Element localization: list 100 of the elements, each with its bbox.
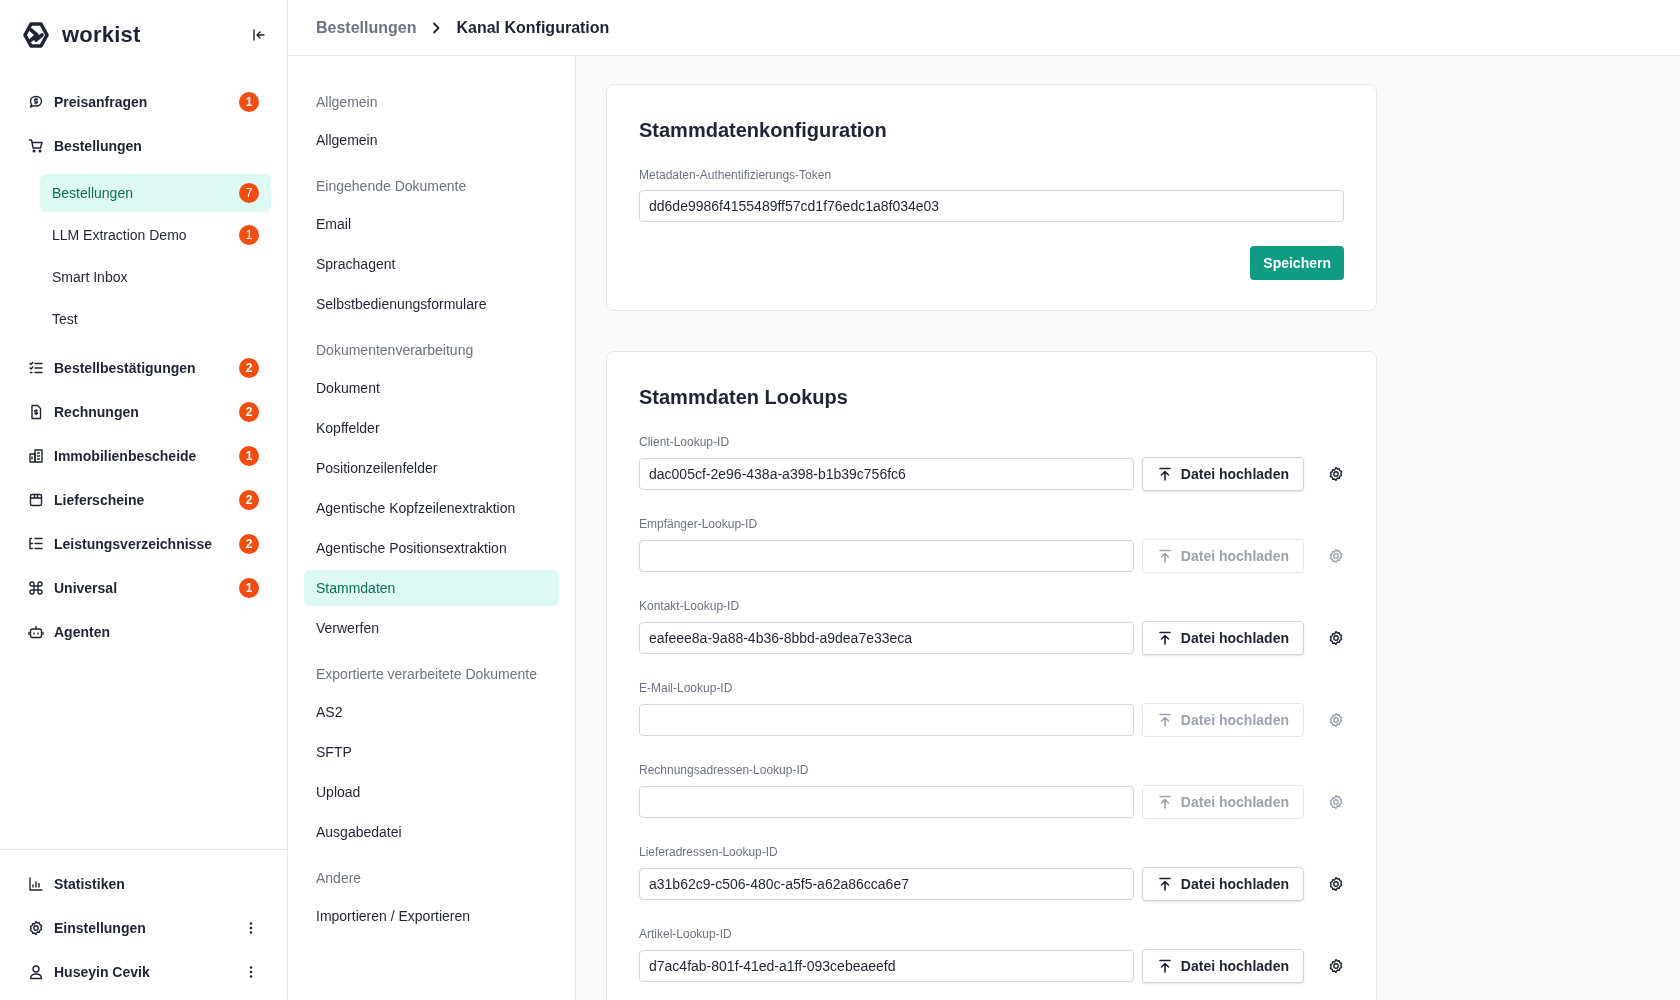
bar-chart-icon [28, 876, 44, 892]
nav-label: Bestellbestätigungen [54, 360, 197, 376]
upload-button[interactable]: Datei hochladen [1141, 621, 1304, 655]
field-label: Client-Lookup-ID [639, 435, 731, 449]
nav-item[interactable]: Rechnungen 2 [0, 390, 287, 434]
input-field[interactable]: a31b62c9-c506-480c-a5f5-a62a86cca6e7 [639, 868, 1134, 900]
cart-icon [28, 138, 44, 154]
user-icon [28, 964, 44, 980]
config-nav-item[interactable]: Ausgabedatei [304, 814, 559, 850]
nav-item[interactable]: Universal 1 [0, 566, 287, 610]
count-badge: 1 [239, 92, 259, 112]
tree-list-icon [28, 536, 44, 552]
section-heading: Dokumentenverarbeitung [315, 341, 475, 360]
config-nav-item[interactable]: Stammdaten [304, 570, 559, 606]
upload-icon [1156, 794, 1173, 810]
section-heading: Andere [315, 869, 363, 888]
nav-label: Leistungsverzeichnisse [54, 536, 213, 552]
field-label: Lieferadressen-Lookup-ID [639, 845, 779, 859]
field-label: Metadaten-Authentifizierungs-Token [639, 168, 833, 182]
count-badge: 2 [239, 490, 259, 510]
nav-label: Preisanfragen [54, 94, 149, 110]
settings-icon[interactable] [1328, 876, 1344, 892]
config-nav-item[interactable]: Selbstbedienungsformulare [304, 286, 559, 322]
config-nav-item[interactable]: Kopffelder [304, 410, 559, 446]
section-heading: Eingehende Dokumente [315, 177, 468, 196]
card-title: Stammdaten Lookups [639, 386, 849, 409]
nav-label: Bestellungen [52, 185, 134, 201]
config-nav-item[interactable]: Agentische Positionsextraktion [304, 530, 559, 566]
settings-icon[interactable] [1328, 958, 1344, 974]
field-label: Kontakt-Lookup-ID [639, 599, 741, 613]
config-nav-item[interactable]: Positionzeilenfelder [304, 450, 559, 486]
count-badge: 2 [239, 358, 259, 378]
nav-item[interactable]: Huseyin Cevik [0, 950, 287, 994]
upload-button[interactable]: Datei hochladen [1141, 949, 1304, 983]
config-nav-item[interactable]: Sprachagent [304, 246, 559, 282]
nav-item[interactable]: Leistungsverzeichnisse 2 [0, 522, 287, 566]
nav-item[interactable]: Preisanfragen 1 [0, 80, 287, 124]
sub-nav-item[interactable]: Smart Inbox [40, 258, 271, 296]
nav-item[interactable]: Agenten [0, 610, 287, 654]
count-badge: 1 [239, 578, 259, 598]
settings-icon[interactable] [1328, 630, 1344, 646]
building-icon [28, 448, 44, 464]
upload-icon [1156, 712, 1173, 728]
chat-icon [28, 94, 44, 110]
input-field[interactable]: eafeee8a-9a88-4b36-8bbd-a9dea7e33eca [639, 622, 1134, 654]
collapse-sidebar-icon[interactable] [251, 27, 267, 43]
robot-icon [28, 624, 44, 640]
sub-nav-item[interactable]: Bestellungen 7 [40, 174, 271, 212]
nav-label: Bestellungen [54, 138, 143, 154]
nav-label: Immobilienbescheide [54, 448, 198, 464]
config-nav-item[interactable]: SFTP [304, 734, 559, 770]
breadcrumb-item: Kanal Konfiguration [456, 18, 610, 37]
brand-name: workist [62, 22, 142, 48]
input-field[interactable]: d7ac4fab-801f-41ed-a1ff-093cebeaeefd [639, 950, 1134, 982]
field-label: Artikel-Lookup-ID [639, 927, 733, 941]
config-nav-item[interactable]: Upload [304, 774, 559, 810]
upload-icon [1156, 548, 1173, 564]
count-badge: 1 [239, 446, 259, 466]
nav-label: Lieferscheine [54, 492, 146, 508]
config-nav-item[interactable]: AS2 [304, 694, 559, 730]
nav-item[interactable]: Bestellungen [0, 124, 287, 168]
config-nav-item[interactable]: Verwerfen [304, 610, 559, 646]
nav-label: Test [52, 311, 79, 327]
sub-nav-item[interactable]: Test [40, 300, 271, 338]
input-field[interactable] [639, 704, 1134, 736]
upload-icon [1156, 958, 1173, 974]
count-badge: 7 [239, 183, 259, 203]
config-nav-item[interactable]: Dokument [304, 370, 559, 406]
config-nav-item[interactable]: Agentische Kopfzeilenextraktion [304, 490, 559, 526]
section-heading: Allgemein [315, 93, 379, 112]
upload-button[interactable]: Datei hochladen [1141, 457, 1304, 491]
logo-icon [20, 19, 52, 51]
input-field[interactable] [639, 540, 1134, 572]
config-nav-item[interactable]: Importieren / Exportieren [304, 898, 559, 934]
upload-button[interactable]: Datei hochladen [1141, 867, 1304, 901]
nav-label: Einstellungen [54, 920, 147, 936]
input-field[interactable] [639, 786, 1134, 818]
config-nav-item[interactable]: Allgemein [304, 122, 559, 158]
upload-icon [1156, 630, 1173, 646]
command-icon [28, 580, 44, 596]
nav-item[interactable]: Statistiken [0, 862, 287, 906]
sub-nav-item[interactable]: LLM Extraction Demo 1 [40, 216, 271, 254]
gear-icon [28, 920, 44, 936]
input-field[interactable]: dd6de9986f4155489ff57cd1f76edc1a8f034e03 [639, 190, 1344, 222]
document-icon [28, 404, 44, 420]
settings-icon[interactable] [1328, 466, 1344, 482]
config-nav-item[interactable]: Email [304, 206, 559, 242]
nav-item[interactable]: Einstellungen [0, 906, 287, 950]
count-badge: 2 [239, 534, 259, 554]
count-badge: 1 [239, 225, 259, 245]
breadcrumb-item[interactable]: Bestellungen [316, 18, 417, 37]
checklist-icon [28, 360, 44, 376]
input-field[interactable]: dac005cf-2e96-438a-a398-b1b39c756fc6 [639, 458, 1134, 490]
nav-label: Huseyin Cevik [54, 964, 151, 980]
nav-item[interactable]: Immobilienbescheide 1 [0, 434, 287, 478]
nav-item[interactable]: Bestellbestätigungen 2 [0, 346, 287, 390]
nav-label: LLM Extraction Demo [52, 227, 188, 243]
field-label: E-Mail-Lookup-ID [639, 681, 734, 695]
nav-label: Universal [54, 580, 119, 596]
nav-item[interactable]: Lieferscheine 2 [0, 478, 287, 522]
